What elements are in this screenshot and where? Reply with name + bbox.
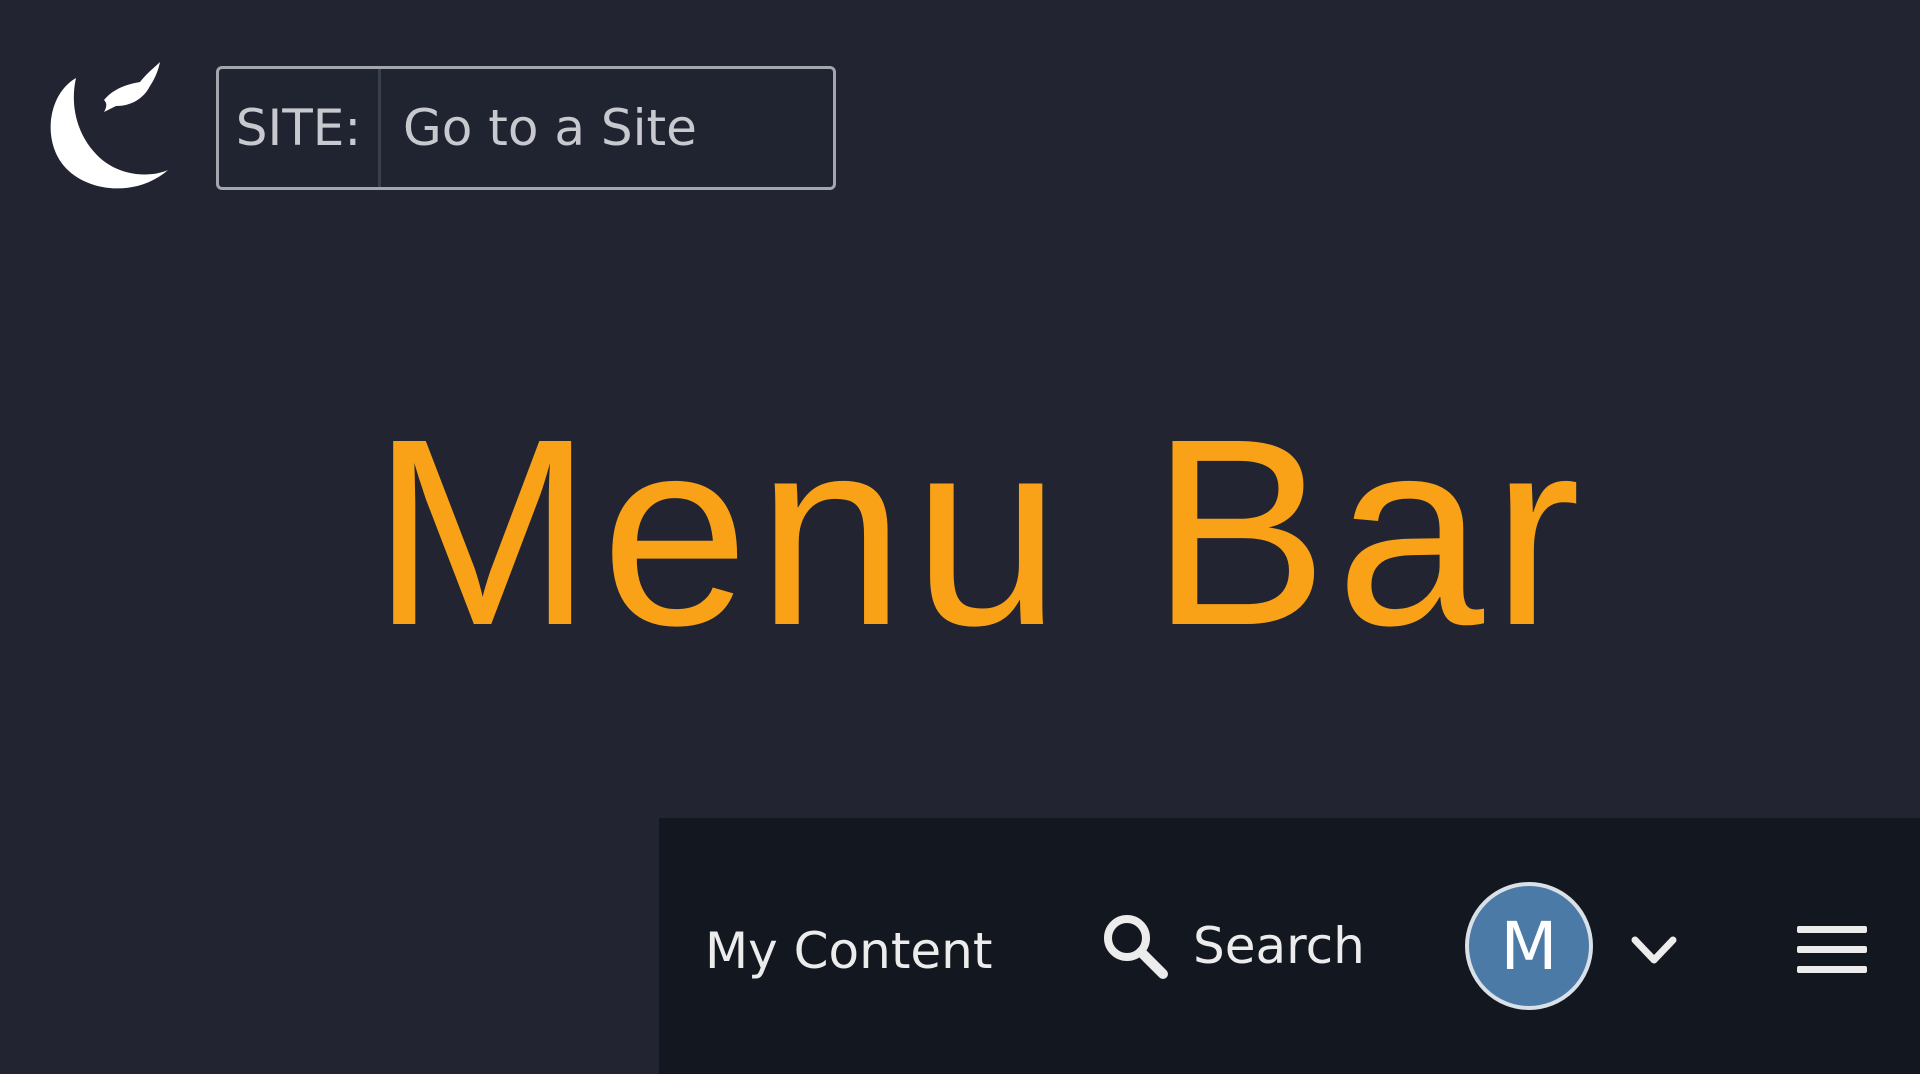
bottom-divider (0, 1074, 1920, 1080)
site-picker-value[interactable]: Go to a Site (381, 69, 833, 187)
site-picker[interactable]: SITE: Go to a Site (216, 66, 836, 190)
overlay-title: Menu Bar (371, 384, 1589, 681)
search-icon (1104, 915, 1168, 979)
app-screen: SITE: Go to a Site Menu Bar My Content S… (0, 0, 1920, 1080)
crescent-bird-logo-icon[interactable] (42, 60, 178, 196)
menu-bar: My Content Search M (659, 818, 1920, 1074)
user-avatar[interactable]: M (1465, 882, 1593, 1010)
search-button[interactable]: Search (1099, 910, 1365, 982)
hamburger-menu-icon[interactable] (1795, 922, 1869, 978)
site-picker-label: SITE: (219, 69, 381, 187)
chevron-down-icon[interactable] (1627, 922, 1681, 976)
my-content-link[interactable]: My Content (705, 921, 992, 981)
search-label: Search (1193, 917, 1365, 975)
